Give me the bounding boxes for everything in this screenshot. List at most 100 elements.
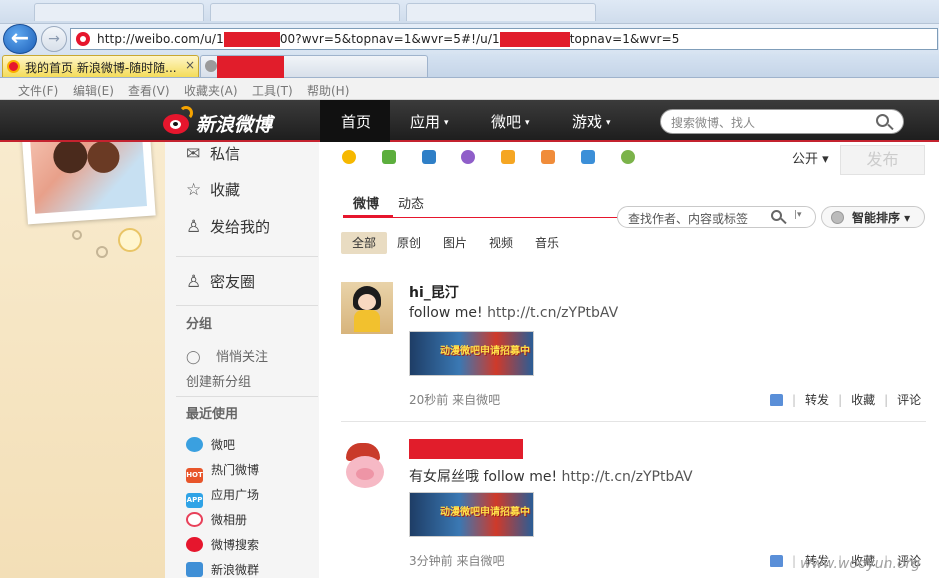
envelope-icon: ✉ xyxy=(186,144,201,164)
tab-favicon-icon xyxy=(205,60,217,72)
topic-icon[interactable] xyxy=(501,150,515,164)
search-placeholder: 搜索微博、找人 xyxy=(671,116,756,130)
like-icon[interactable] xyxy=(770,394,783,406)
sidebar-app-weiba[interactable]: 微吧 xyxy=(186,436,235,453)
smart-sort-label: 智能排序 ▾ xyxy=(852,211,911,225)
close-icon[interactable]: × xyxy=(185,58,195,72)
search-icon[interactable] xyxy=(875,113,895,133)
address-url: http://weibo.com/u/1 00?wvr=5&topnav=1&wv… xyxy=(97,32,680,47)
tab-weibo[interactable]: 微博 xyxy=(353,193,379,212)
sidebar-app-search[interactable]: 微博搜索 xyxy=(186,536,259,553)
post-image[interactable]: 动漫微吧申请招募中 xyxy=(409,492,534,537)
logo-pupil-dot xyxy=(173,122,178,126)
circle-icon: ◯ xyxy=(186,350,201,365)
hot-icon: HOT xyxy=(186,468,203,483)
post-text: 有女屌丝哦 follow me! http://t.cn/zYPtbAV xyxy=(409,469,693,485)
background-tab[interactable] xyxy=(210,3,400,21)
sidebar-app-square[interactable]: APP 应用广场 xyxy=(186,486,259,508)
event-icon[interactable] xyxy=(581,150,595,164)
music-icon[interactable] xyxy=(461,150,475,164)
forward-button[interactable]: → xyxy=(41,26,67,52)
post-author-redacted[interactable] xyxy=(409,439,523,459)
chevron-down-icon[interactable]: |▾ xyxy=(794,210,802,220)
post-link[interactable]: http://t.cn/zYPtbAV xyxy=(562,469,693,485)
sidebar-item-quiet-follow[interactable]: ◯ 悄悄关注 xyxy=(186,346,268,365)
weibo-logo-text[interactable]: 新浪微博 xyxy=(196,110,272,137)
watermark: www.wooyun.org xyxy=(800,556,921,572)
like-icon[interactable] xyxy=(770,555,783,567)
vote-icon[interactable] xyxy=(541,150,555,164)
menu-file[interactable]: 文件(F) xyxy=(18,82,58,99)
weiba-icon xyxy=(186,437,203,452)
tab-second[interactable] xyxy=(200,55,428,78)
search-icon[interactable] xyxy=(770,209,788,227)
post-image[interactable]: 动漫微吧申请招募中 xyxy=(409,331,534,376)
create-group-link[interactable]: 创建新分组 xyxy=(186,371,251,390)
comment-button[interactable]: 评论 xyxy=(897,393,921,407)
visibility-dropdown[interactable]: 公开 ▾ xyxy=(792,148,829,167)
back-button[interactable]: ← xyxy=(3,24,37,54)
sidebar-app-album[interactable]: 微相册 xyxy=(186,511,247,528)
global-search-input[interactable]: 搜索微博、找人 xyxy=(660,109,904,134)
repost-button[interactable]: 转发 xyxy=(805,393,829,407)
post-text: follow me! http://t.cn/zYPtbAV xyxy=(409,305,619,321)
chevron-down-icon: ▾ xyxy=(444,117,449,128)
divider xyxy=(176,305,318,306)
more-icon[interactable] xyxy=(621,150,635,164)
emoticon-icon[interactable] xyxy=(342,150,356,164)
avatar-detail xyxy=(356,468,374,480)
filter-all[interactable]: 全部 xyxy=(352,234,376,251)
recent-section-title: 最近使用 xyxy=(186,407,239,422)
redacted-block xyxy=(223,32,280,47)
tab-active-indicator xyxy=(343,215,393,218)
menu-tools[interactable]: 工具(T) xyxy=(252,82,293,99)
nav-weiba[interactable]: 微吧 ▾ xyxy=(491,111,530,132)
image-icon[interactable] xyxy=(382,150,396,164)
menu-view[interactable]: 查看(V) xyxy=(128,82,170,99)
weiqun-icon xyxy=(186,562,203,577)
filter-music[interactable]: 音乐 xyxy=(535,234,559,251)
nav-games[interactable]: 游戏 ▾ xyxy=(572,111,611,132)
post-divider xyxy=(341,421,926,422)
address-bar[interactable]: http://weibo.com/u/1 00?wvr=5&topnav=1&wv… xyxy=(70,28,938,50)
feed-search-input[interactable]: 查找作者、内容或标签 |▾ xyxy=(617,206,816,228)
filter-images[interactable]: 图片 xyxy=(443,234,467,251)
sidebar-app-hot[interactable]: HOT 热门微博 xyxy=(186,461,259,483)
sun-icon xyxy=(118,228,142,252)
tab-weibo-home[interactable]: 我的首页 新浪微博-随时随... × xyxy=(2,55,199,77)
app-square-icon: APP xyxy=(186,493,203,508)
sidebar-item-close-friends[interactable]: ♙ 密友圈 xyxy=(186,271,255,292)
sidebar-item-sent-to-me[interactable]: ♙ 发给我的 xyxy=(186,216,270,237)
divider xyxy=(176,256,318,257)
post-author[interactable]: hi_昆汀 xyxy=(409,282,459,302)
weibo-logo-icon[interactable] xyxy=(163,106,193,134)
publish-button[interactable]: 发布 xyxy=(840,145,925,175)
weibo-search-icon xyxy=(186,537,203,552)
weibo-favicon-icon xyxy=(76,32,90,46)
post-actions: | 转发 | 收藏 | 评论 xyxy=(770,391,921,408)
filter-original[interactable]: 原创 xyxy=(397,234,421,251)
star-icon: ☆ xyxy=(186,180,202,200)
filter-video[interactable]: 视频 xyxy=(489,234,513,251)
favorite-button[interactable]: 收藏 xyxy=(851,393,875,407)
nav-apps[interactable]: 应用 ▾ xyxy=(410,111,449,132)
group-section-title: 分组 xyxy=(186,317,213,332)
sidebar-item-favorites[interactable]: ☆ 收藏 xyxy=(186,179,240,200)
sidebar-app-weiqun[interactable]: 新浪微群 xyxy=(186,561,259,578)
avatar-detail xyxy=(358,294,376,310)
logo-arc xyxy=(179,106,193,120)
background-tab[interactable] xyxy=(406,3,596,21)
background-tab[interactable] xyxy=(34,3,204,21)
menu-edit[interactable]: 编辑(E) xyxy=(73,82,114,99)
smart-sort-button[interactable]: 智能排序 ▾ xyxy=(821,206,925,228)
menu-help[interactable]: 帮助(H) xyxy=(307,82,349,99)
post-meta: 3分钟前 来自微吧 xyxy=(409,554,505,568)
tab-dynamic[interactable]: 动态 xyxy=(398,193,424,212)
sidebar-item-messages[interactable]: ✉ 私信 xyxy=(186,143,240,164)
post-image-caption: 动漫微吧申请招募中 xyxy=(440,346,530,357)
video-icon[interactable] xyxy=(422,150,436,164)
menu-favorites[interactable]: 收藏夹(A) xyxy=(184,82,238,99)
post-link[interactable]: http://t.cn/zYPtbAV xyxy=(487,305,618,321)
flower-icon xyxy=(72,230,82,240)
nav-home[interactable]: 首页 xyxy=(341,111,371,132)
